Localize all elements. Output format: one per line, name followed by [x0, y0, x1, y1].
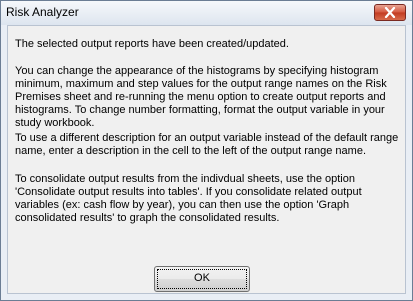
message-paragraph-consolidate: To consolidate output results from the i… [15, 173, 362, 224]
window-title: Risk Analyzer [6, 5, 79, 19]
close-button[interactable] [374, 4, 406, 21]
dialog-window: Risk Analyzer The selected output report… [0, 0, 413, 301]
message-paragraph-histograms: You can change the appearance of the his… [15, 65, 387, 129]
close-x-icon [384, 7, 396, 18]
ok-button[interactable]: OK [154, 266, 250, 292]
title-bar[interactable]: Risk Analyzer [1, 1, 412, 25]
ok-button-label: OK [194, 272, 210, 284]
message-paragraph-description: To use a different description for an ou… [15, 132, 399, 157]
dialog-body: The selected output reports have been cr… [7, 25, 406, 294]
message-paragraph-status: The selected output reports have been cr… [15, 38, 289, 50]
